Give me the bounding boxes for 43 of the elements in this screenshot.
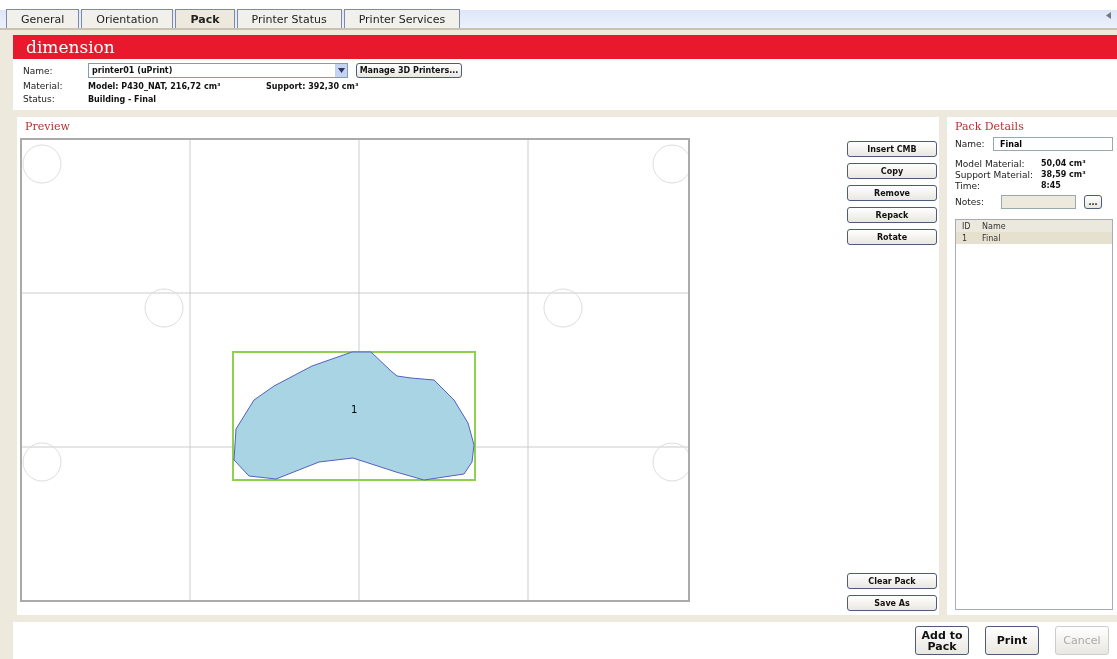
table-cell-text: 1 — [962, 233, 969, 243]
field-label: Name: — [955, 139, 985, 149]
manage-printers-button[interactable]: Manage 3D Printers... — [356, 63, 462, 78]
collapse-arrow-icon[interactable] — [1106, 12, 1111, 19]
action-button[interactable]: Rotate — [847, 229, 937, 245]
stat-value: 38,59 cm³ — [1041, 170, 1087, 180]
action-button[interactable]: Remove — [847, 185, 937, 201]
column-header: ID — [962, 221, 972, 231]
action-button[interactable]: Insert CMB — [847, 141, 937, 157]
pack-name-field[interactable]: Final — [993, 137, 1113, 151]
part-number: 1 — [351, 404, 358, 415]
field-label: Notes: — [955, 197, 986, 207]
tab[interactable]: Orientation — [81, 9, 174, 28]
tab[interactable]: Pack — [175, 9, 235, 28]
field-label: Material: — [23, 81, 64, 91]
notes-button[interactable]: ... — [1084, 195, 1102, 209]
tab[interactable]: Printer Services — [343, 9, 461, 28]
tab[interactable]: General — [6, 9, 80, 28]
action-button[interactable]: Clear Pack — [847, 573, 937, 589]
stat-value: 8:45 — [1041, 181, 1062, 191]
table-row[interactable]: 1 Final — [956, 232, 1112, 244]
status-value: Building - Final — [88, 94, 158, 104]
column-header: Name — [982, 221, 1007, 231]
stat-label: Model Material: — [955, 159, 1026, 169]
printer-dropdown[interactable]: printer01 (uPrint) — [88, 63, 348, 78]
action-button[interactable]: Repack — [847, 207, 937, 223]
panel-title: Pack Details — [955, 120, 1025, 133]
footer-button[interactable]: Print — [985, 626, 1039, 655]
model-material: Model: P430_NAT, 216,72 cm³ — [88, 81, 222, 91]
notes-field[interactable] — [1001, 195, 1076, 209]
panel-title: Preview — [25, 120, 71, 133]
stat-value: 50,04 cm³ — [1041, 159, 1087, 169]
support-material: Support: 392,30 cm³ — [266, 81, 359, 91]
brand-logo: dimension — [26, 37, 115, 57]
stat-label: Time: — [955, 181, 982, 191]
action-button[interactable]: Copy — [847, 163, 937, 179]
action-button[interactable]: Save As — [847, 595, 937, 611]
table-cell-text: Final — [982, 233, 1002, 243]
field-label: Status: — [23, 94, 56, 104]
field-label: Name: — [23, 65, 54, 76]
footer-button[interactable]: Add to Pack — [915, 626, 969, 655]
tab[interactable]: Printer Status — [236, 9, 342, 28]
stat-label: Support Material: — [955, 170, 1035, 180]
